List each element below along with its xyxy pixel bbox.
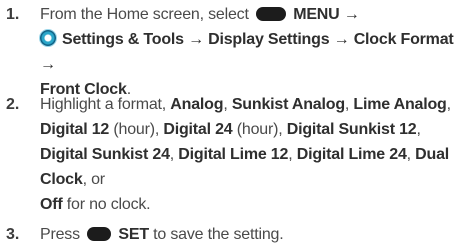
option-digital-24: Digital 24: [163, 121, 233, 138]
settings-path: Settings & Tools → Display Settings → Cl…: [40, 31, 454, 73]
option-sunkist-analog: Sunkist Analog: [231, 96, 345, 113]
option-digital-sunkist-12: Digital Sunkist 12: [286, 121, 417, 138]
step-number: 3.: [6, 226, 20, 243]
option-off: Off: [40, 196, 63, 213]
option-analog: Analog: [170, 96, 224, 113]
step-number: 1.: [6, 6, 20, 23]
option-lime-analog: Lime Analog: [353, 96, 447, 113]
step-number: 2.: [6, 96, 20, 113]
set-label: SET: [118, 226, 149, 243]
option-digital-lime-12: Digital Lime 12: [178, 146, 289, 163]
option-digital-12: Digital 12: [40, 121, 110, 138]
option-digital-lime-24: Digital Lime 24: [296, 146, 407, 163]
settings-gear-icon: [40, 30, 56, 46]
step-1-line-2: Settings & Tools → Display Settings → Cl…: [40, 27, 468, 77]
softkey-button-icon: [255, 7, 286, 21]
option-digital-sunkist-24: Digital Sunkist 24: [40, 146, 170, 163]
softkey-button-icon: [87, 227, 112, 241]
step-text: Press SET to save the setting.: [40, 226, 284, 243]
step-text: Highlight a format, Analog, Sunkist Anal…: [40, 96, 451, 213]
menu-label: MENU →: [293, 6, 360, 23]
step-1-line-1: From the Home screen, select MENU →: [40, 6, 360, 23]
step-text: From the Home screen, select MENU → Sett…: [40, 2, 468, 102]
